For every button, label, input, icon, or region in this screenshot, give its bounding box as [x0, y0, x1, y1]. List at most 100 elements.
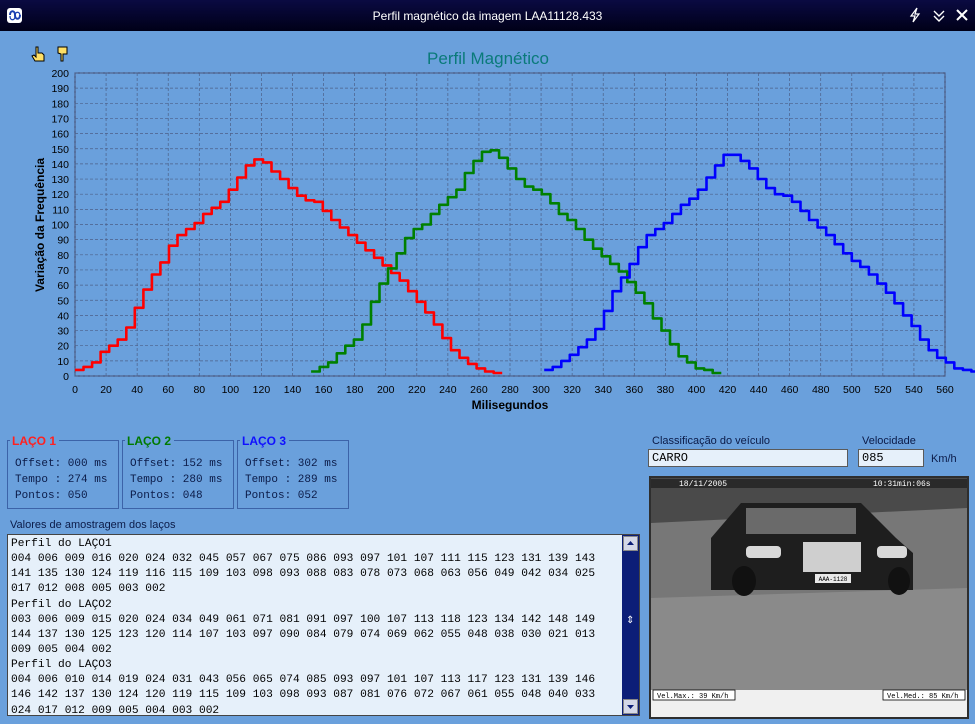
y-tick-label: 60 — [57, 280, 69, 292]
loop1-box: LAÇO 1 Offset: 000 ms Tempo : 274 ms Pon… — [7, 434, 119, 509]
x-tick-label: 380 — [657, 384, 675, 396]
samples-textarea[interactable]: Perfil do LAÇO1 004 006 009 016 020 024 0… — [7, 534, 640, 717]
y-tick-label: 90 — [57, 235, 69, 247]
photo-plate: AAA-1128 — [819, 576, 848, 583]
y-tick-label: 20 — [57, 341, 69, 353]
arrow-up-icon — [627, 541, 634, 545]
loop2-pontos: Pontos: 048 — [130, 490, 203, 502]
scroll-thumb-icon[interactable]: ⇕ — [626, 615, 634, 626]
x-tick-label: 260 — [470, 384, 488, 396]
sample-line: Perfil do LAÇO3 — [11, 659, 112, 672]
x-tick-label: 220 — [408, 384, 426, 396]
photo-date: 18/11/2005 — [679, 480, 727, 489]
y-tick-label: 150 — [51, 144, 69, 156]
loop3-offset: Offset: 302 ms — [245, 458, 338, 470]
x-tick-label: 440 — [750, 384, 768, 396]
arrow-down-icon — [627, 705, 634, 709]
y-tick-label: 190 — [51, 83, 69, 95]
loop1-tempo: Tempo : 274 ms — [15, 474, 108, 486]
loop3-box: LAÇO 3 Offset: 302 ms Tempo : 289 ms Pon… — [237, 434, 349, 509]
speed-field[interactable]: 085 — [858, 449, 924, 467]
scroll-up-button[interactable] — [623, 536, 638, 551]
x-tick-label: 140 — [284, 384, 302, 396]
loop2-offset: Offset: 152 ms — [130, 458, 223, 470]
loop2-box: LAÇO 2 Offset: 152 ms Tempo : 280 ms Pon… — [122, 434, 234, 509]
y-tick-label: 140 — [51, 159, 69, 171]
x-tick-label: 160 — [315, 384, 333, 396]
x-tick-label: 300 — [532, 384, 550, 396]
y-tick-label: 200 — [51, 68, 69, 80]
x-tick-label: 400 — [688, 384, 706, 396]
sample-line: 009 005 004 002 — [11, 643, 112, 656]
sample-line: Perfil do LAÇO2 — [11, 598, 112, 611]
loop1-title: LAÇO 1 — [10, 434, 60, 448]
pin-icon[interactable] — [906, 6, 924, 24]
loop3-pontos: Pontos: 052 — [245, 490, 318, 502]
x-tick-label: 500 — [843, 384, 861, 396]
sample-line: 144 137 130 125 123 120 114 107 103 097 … — [11, 628, 596, 641]
sample-line: 141 135 130 124 119 116 115 109 103 098 … — [11, 568, 596, 581]
photo-footer-right: Vel.Med.: 85 Km/h — [887, 693, 958, 701]
chart-title: Perfil Magnético — [427, 49, 549, 68]
title-bar: Perfil magnético da imagem LAA11128.433 — [0, 0, 975, 31]
y-tick-label: 50 — [57, 295, 69, 307]
x-tick-label: 280 — [501, 384, 519, 396]
x-tick-label: 100 — [222, 384, 240, 396]
x-tick-label: 360 — [626, 384, 644, 396]
y-tick-label: 170 — [51, 113, 69, 125]
y-tick-label: 180 — [51, 98, 69, 110]
y-tick-label: 130 — [51, 174, 69, 186]
x-tick-label: 120 — [253, 384, 271, 396]
y-tick-label: 0 — [63, 371, 69, 383]
classification-label: Classificação do veículo — [652, 435, 771, 447]
y-tick-label: 160 — [51, 129, 69, 141]
scroll-down-button[interactable] — [623, 699, 638, 714]
loop2-title: LAÇO 2 — [125, 434, 175, 448]
x-tick-label: 0 — [72, 384, 78, 396]
x-tick-label: 420 — [719, 384, 737, 396]
x-tick-label: 20 — [100, 384, 112, 396]
x-tick-label: 340 — [594, 384, 612, 396]
sample-line: 003 006 009 015 020 024 034 049 061 071 … — [11, 613, 596, 626]
minimize-icon[interactable] — [930, 6, 948, 24]
vehicle-photo: 18/11/2005 10:31min:06s AAA-1128 Vel.Max… — [649, 476, 969, 719]
y-tick-label: 110 — [52, 204, 69, 216]
x-tick-label: 240 — [439, 384, 457, 396]
x-tick-label: 60 — [162, 384, 174, 396]
x-tick-label: 520 — [874, 384, 892, 396]
loop2-tempo: Tempo : 280 ms — [130, 474, 223, 486]
sample-line: Perfil do LAÇO1 — [11, 538, 112, 550]
loop1-pontos: Pontos: 050 — [15, 490, 88, 502]
x-axis-label: Milisegundos — [472, 398, 549, 412]
x-tick-label: 40 — [131, 384, 143, 396]
x-tick-label: 540 — [905, 384, 923, 396]
samples-scrollbar[interactable]: ⇕ — [622, 535, 639, 715]
samples-label: Valores de amostragem dos laços — [10, 519, 176, 531]
magnetic-profile-chart: Perfil Magnético Milisegundos Variação d… — [33, 49, 975, 412]
sample-line: 004 006 010 014 019 024 031 043 056 065 … — [11, 674, 596, 687]
photo-time: 10:31min:06s — [873, 480, 931, 489]
photo-footer-left: Vel.Max.: 39 Km/h — [657, 693, 728, 701]
speed-unit: Km/h — [931, 453, 957, 465]
x-tick-label: 180 — [346, 384, 364, 396]
loop1-offset: Offset: 000 ms — [15, 458, 108, 470]
y-tick-label: 30 — [57, 326, 69, 338]
close-icon[interactable] — [953, 6, 971, 24]
y-tick-label: 120 — [51, 189, 69, 201]
x-tick-label: 560 — [936, 384, 954, 396]
x-tick-label: 480 — [812, 384, 830, 396]
sample-line: 004 006 009 016 020 024 032 045 057 067 … — [11, 553, 596, 566]
y-tick-label: 10 — [57, 356, 69, 368]
sample-line: 024 017 012 009 005 004 003 002 — [11, 704, 220, 717]
loop3-tempo: Tempo : 289 ms — [245, 474, 338, 486]
y-axis-label: Variação da Frequência — [33, 158, 47, 292]
window-title: Perfil magnético da imagem LAA11128.433 — [372, 9, 603, 23]
y-tick-label: 70 — [57, 265, 69, 277]
y-tick-label: 40 — [57, 310, 69, 322]
classification-field[interactable]: CARRO — [648, 449, 848, 467]
y-tick-label: 100 — [51, 220, 69, 232]
y-tick-label: 80 — [57, 250, 69, 262]
sample-line: 146 142 137 130 124 120 119 115 109 103 … — [11, 689, 596, 702]
x-tick-label: 80 — [193, 384, 205, 396]
x-tick-label: 460 — [781, 384, 799, 396]
